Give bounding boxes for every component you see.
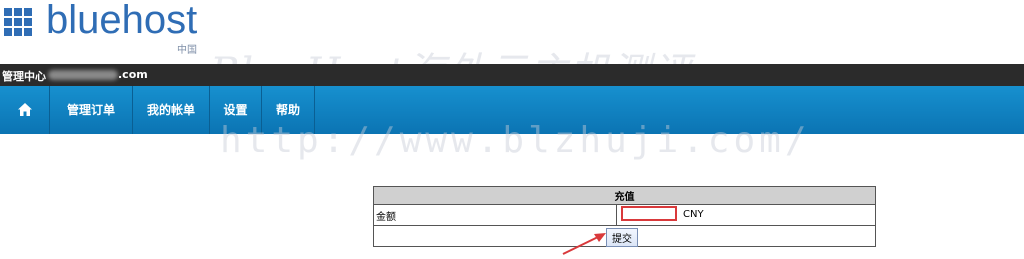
nav-home[interactable]: [0, 86, 49, 134]
recharge-header: 充值: [373, 186, 876, 205]
amount-label: 金额: [373, 204, 617, 226]
logo-region: 中国: [177, 45, 197, 56]
home-icon: [17, 103, 32, 116]
amount-cell: CNY: [616, 204, 876, 226]
amount-input[interactable]: [621, 206, 677, 221]
submit-row: 提交: [373, 225, 876, 247]
logo-text: bluehost: [46, 0, 198, 42]
watermark-url: http://www.blzhuji.com/: [220, 120, 811, 161]
account-domain: .com: [118, 68, 148, 81]
blurred-domain: [48, 70, 118, 80]
account-title: 管理中心: [2, 70, 46, 83]
account-bar: 管理中心 .com: [0, 64, 1024, 86]
nav-item-billing[interactable]: 我的帐单: [133, 86, 209, 134]
recharge-table: 充值 金额 CNY 提交: [373, 186, 876, 247]
currency-label: CNY: [683, 209, 704, 220]
submit-button[interactable]: 提交: [606, 227, 638, 247]
logo-grid-icon: [4, 8, 32, 36]
annotation-arrow-icon: [562, 233, 606, 255]
nav-item-orders[interactable]: 管理订单: [50, 86, 132, 134]
